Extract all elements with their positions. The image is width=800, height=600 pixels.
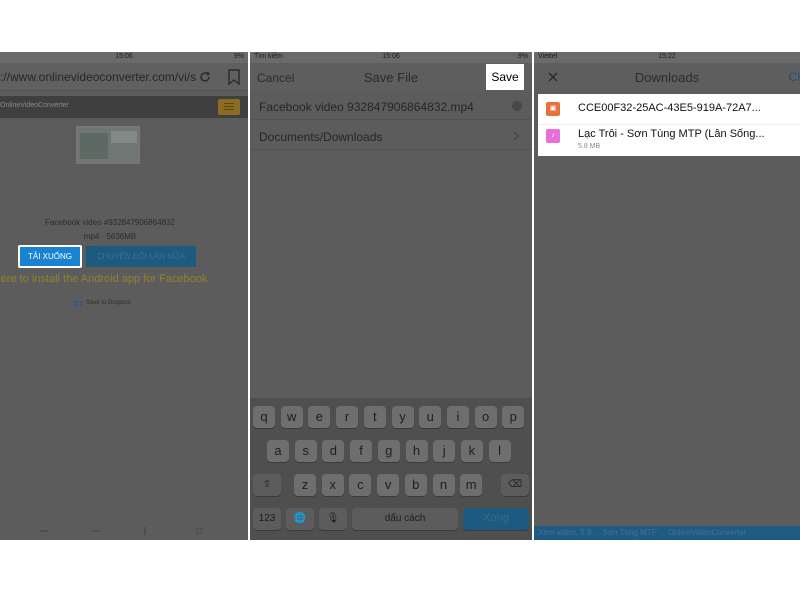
stage: 15:06 9% ://www.onlinevideoconverter.com… <box>0 0 800 600</box>
key-l[interactable]: l <box>488 440 511 462</box>
status-bar: 15:06 9% <box>0 52 248 63</box>
site-header: OnlineVideoConverter <box>0 96 248 118</box>
status-bar: Tìm kiếm 15:06 9% <box>250 52 532 63</box>
save-file-navbar: Cancel Save File Save <box>250 63 532 91</box>
bookmark-icon[interactable] <box>227 69 241 85</box>
key-g[interactable]: g <box>377 440 400 462</box>
convert-again-button[interactable]: CHUYỂN ĐỔI LẦN NỮA <box>86 246 196 267</box>
key-i[interactable]: i <box>446 406 469 428</box>
key-v[interactable]: v <box>377 474 400 496</box>
key-h[interactable]: h <box>405 440 428 462</box>
list-item[interactable]: ▣ CCE00F32-25AC-43E5-919A-72A7... <box>538 94 800 124</box>
bottom-banner[interactable]: Xem video, 5.8 ... Sơn Tùng MTP ... Onli… <box>534 526 800 540</box>
site-logo[interactable]: OnlineVideoConverter <box>0 102 69 109</box>
list-item[interactable]: ♪ Lạc Trôi - Sơn Tùng MTP (Lân Sống... 5… <box>538 124 800 154</box>
status-time: 15:06 <box>382 53 400 60</box>
numbers-key[interactable]: 123 <box>253 508 281 530</box>
key-e[interactable]: e <box>308 406 331 428</box>
delete-key[interactable]: ⌫ <box>501 474 529 496</box>
url-text[interactable]: ://www.onlinevideoconverter.com/vi/s... <box>0 70 196 84</box>
browser-toolbar <box>0 526 248 540</box>
key-b[interactable]: b <box>404 474 427 496</box>
microphone-icon[interactable]: 🎙 <box>319 508 347 530</box>
on-screen-keyboard: q w e r t y u i o p a s d f g h j k l ⇧ z x c v b n m ⌫ 123 🌐 🎙 dấu các… <box>250 398 532 540</box>
hamburger-icon-line <box>224 106 234 107</box>
folder-picker[interactable]: Documents/Downloads <box>250 122 532 150</box>
key-q[interactable]: q <box>253 406 275 428</box>
forward-icon[interactable] <box>92 530 100 532</box>
tabs-icon[interactable] <box>144 527 146 535</box>
status-time: 15:22 <box>658 53 676 60</box>
address-bar[interactable]: ://www.onlinevideoconverter.com/vi/s... <box>0 63 248 91</box>
share-icon[interactable] <box>196 528 202 534</box>
key-f[interactable]: f <box>350 440 373 462</box>
clear-button[interactable]: Cl <box>789 70 800 84</box>
download-button[interactable]: TẢI XUỐNG <box>18 245 82 268</box>
key-j[interactable]: j <box>433 440 456 462</box>
save-file-screen: Tìm kiếm 15:06 9% Cancel Save File Save … <box>250 52 532 540</box>
page-title: Downloads <box>634 70 700 85</box>
key-s[interactable]: s <box>294 440 317 462</box>
downloads-navbar: Downloads Cl <box>534 63 800 91</box>
music-file-icon: ♪ <box>546 129 560 143</box>
key-t[interactable]: t <box>363 406 386 428</box>
key-a[interactable]: a <box>267 440 289 462</box>
status-time: 15:06 <box>115 53 133 60</box>
key-x[interactable]: x <box>321 474 344 496</box>
key-u[interactable]: u <box>419 406 442 428</box>
save-to-dropbox-button[interactable]: Save to Dropbox <box>74 299 154 311</box>
save-button[interactable]: Save <box>486 64 524 90</box>
hamburger-icon-line <box>224 103 234 104</box>
key-z[interactable]: z <box>294 474 316 496</box>
filename-field[interactable]: Facebook video 932847906864832.mp4 <box>250 92 532 120</box>
key-w[interactable]: w <box>280 406 303 428</box>
filename-input[interactable]: Facebook video 932847906864832.mp4 <box>259 100 474 114</box>
dropbox-label: Save to Dropbox <box>86 300 131 306</box>
space-key[interactable]: dấu cách <box>352 508 458 530</box>
key-d[interactable]: d <box>322 440 345 462</box>
download-name: CCE00F32-25AC-43E5-919A-72A7... <box>578 102 761 114</box>
folder-path: Documents/Downloads <box>259 130 383 144</box>
key-o[interactable]: o <box>474 406 497 428</box>
key-r[interactable]: r <box>336 406 359 428</box>
video-thumbnail <box>76 126 140 164</box>
shift-key[interactable]: ⇧ <box>253 474 281 496</box>
status-battery: 9% <box>517 53 528 60</box>
key-k[interactable]: k <box>460 440 483 462</box>
video-format-size: mp4 · 5636MB <box>83 232 137 241</box>
done-key[interactable]: Xong <box>463 508 529 530</box>
key-y[interactable]: y <box>391 406 414 428</box>
key-m[interactable]: m <box>460 474 483 496</box>
downloads-list: ▣ CCE00F32-25AC-43E5-919A-72A7... ♪ Lạc … <box>538 94 800 156</box>
status-battery: 9% <box>233 53 244 60</box>
thumbnail-block <box>111 131 137 143</box>
chevron-right-icon <box>513 131 519 141</box>
android-app-link[interactable]: k here to install the Android app for Fa… <box>0 273 248 285</box>
key-c[interactable]: c <box>349 474 372 496</box>
download-size: 5.8 MB <box>578 143 601 150</box>
thumbnail-block <box>80 133 108 159</box>
banner-text: Xem video, 5.8 ... Sơn Tùng MTP ... Onli… <box>538 528 747 537</box>
hamburger-icon-line <box>224 109 234 110</box>
menu-button[interactable] <box>218 99 240 115</box>
key-p[interactable]: p <box>502 406 525 428</box>
file-icon: ▣ <box>546 102 560 116</box>
status-bar: Viettel 15:22 <box>534 52 800 63</box>
dropbox-icon <box>74 300 83 307</box>
browser-screen: 15:06 9% ://www.onlinevideoconverter.com… <box>0 52 248 540</box>
back-icon[interactable] <box>40 530 48 532</box>
reload-icon[interactable] <box>198 70 212 84</box>
key-n[interactable]: n <box>432 474 455 496</box>
video-filename: Facebook video #932847906864832 <box>45 218 175 227</box>
clear-text-icon[interactable] <box>512 101 522 111</box>
downloads-screen: Viettel 15:22 Downloads Cl ▣ CCE00F32-25… <box>534 52 800 540</box>
download-name: Lạc Trôi - Sơn Tùng MTP (Lân Sống... <box>578 128 765 140</box>
globe-icon[interactable]: 🌐 <box>286 508 314 530</box>
